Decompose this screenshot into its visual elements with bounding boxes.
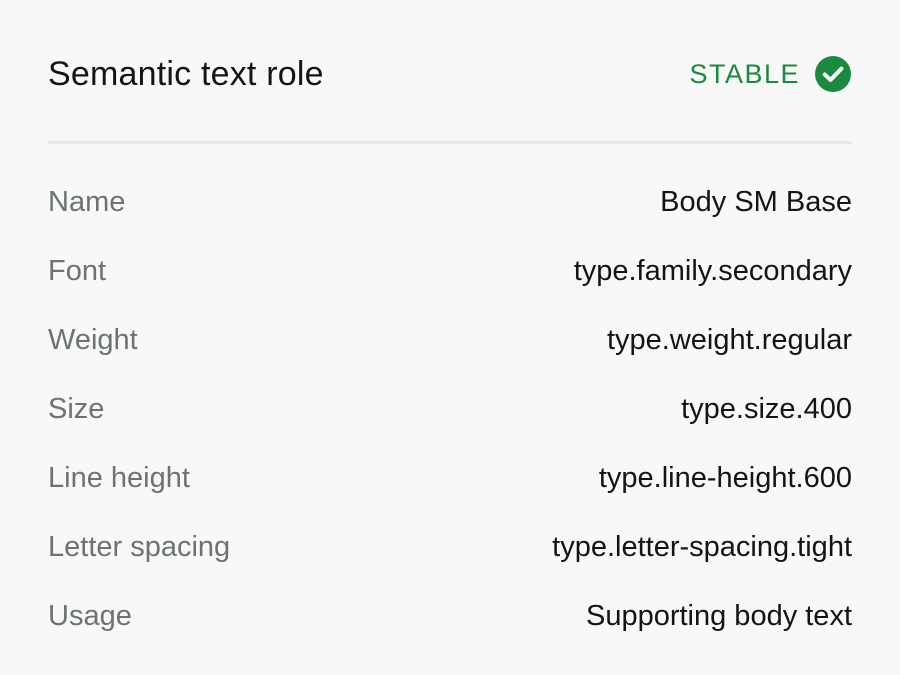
property-row-letter-spacing: Letter spacing type.letter-spacing.tight <box>48 513 852 582</box>
property-value: type.weight.regular <box>606 324 852 356</box>
property-row-weight: Weight type.weight.regular <box>48 306 852 375</box>
status-label: STABLE <box>689 58 800 89</box>
property-label: Line height <box>48 462 190 494</box>
property-label: Font <box>48 255 107 287</box>
panel-title: Semantic text role <box>48 54 324 93</box>
header-divider <box>48 141 852 144</box>
property-label: Letter spacing <box>48 531 231 563</box>
property-row-font: Font type.family.secondary <box>48 237 852 306</box>
property-value: Body SM Base <box>660 186 852 218</box>
property-label: Weight <box>48 324 138 356</box>
token-details-panel: Semantic text role STABLE Name Body SM B… <box>48 0 852 675</box>
property-row-usage: Usage Supporting body text <box>48 582 852 651</box>
property-row-name: Name Body SM Base <box>48 168 852 237</box>
check-circle-icon <box>815 56 851 92</box>
property-row-size: Size type.size.400 <box>48 375 852 444</box>
property-label: Size <box>48 393 105 425</box>
property-value: Supporting body text <box>585 600 852 632</box>
status-indicator: STABLE <box>689 55 852 93</box>
property-value: type.line-height.600 <box>598 462 852 494</box>
property-value: type.size.400 <box>681 393 852 425</box>
property-value: type.letter-spacing.tight <box>552 531 852 563</box>
property-label: Name <box>48 186 126 218</box>
property-list: Name Body SM Base Font type.family.secon… <box>48 168 852 651</box>
property-row-line-height: Line height type.line-height.600 <box>48 444 852 513</box>
property-label: Usage <box>48 600 132 632</box>
property-value: type.family.secondary <box>573 255 852 287</box>
panel-header: Semantic text role STABLE <box>48 48 852 100</box>
